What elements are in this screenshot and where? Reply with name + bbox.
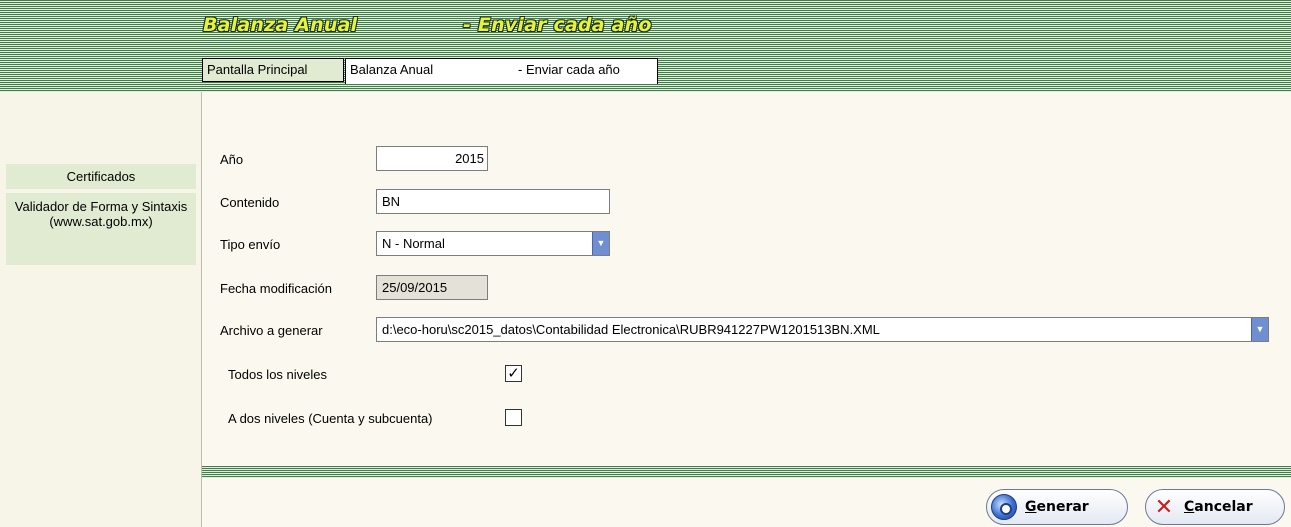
chevron-down-icon[interactable]: ▼ (1251, 318, 1268, 341)
contenido-input[interactable]: BN (376, 189, 610, 214)
anio-input[interactable]: 2015 (376, 146, 488, 171)
chevron-down-icon[interactable]: ▼ (592, 232, 609, 255)
generar-label: Generar (1025, 499, 1089, 515)
tab-pantalla-principal[interactable]: Pantalla Principal (202, 58, 344, 82)
cancelar-label: Cancelar (1184, 499, 1253, 515)
sidebar: Certificados Validador de Forma y Sintax… (0, 92, 202, 527)
window-title: Balanza Anual (203, 14, 358, 36)
sidebar-item-validador[interactable]: Validador de Forma y Sintaxis (www.sat.g… (6, 193, 196, 265)
tab-label: Balanza Anual (350, 62, 434, 77)
generar-button[interactable]: Generar (986, 489, 1128, 525)
tab-balanza-anual[interactable]: Balanza Anual - Enviar cada año (345, 58, 658, 84)
gear-icon (991, 494, 1017, 520)
fecha-modificacion-field: 25/09/2015 (376, 275, 488, 300)
archivo-select[interactable]: d:\eco-horu\sc2015_datos\Contabilidad El… (376, 317, 1269, 342)
cancelar-button[interactable]: ✕ Cancelar (1145, 489, 1285, 525)
todos-niveles-label: Todos los niveles (228, 367, 327, 382)
archivo-label: Archivo a generar (220, 323, 323, 338)
contenido-label: Contenido (220, 195, 280, 210)
dos-niveles-checkbox[interactable] (505, 409, 522, 426)
tipo-envio-label: Tipo envío (220, 237, 281, 252)
fecha-modificacion-label: Fecha modificación (220, 281, 332, 296)
tipo-envio-value: N - Normal (382, 236, 445, 251)
generar-rest: enerar (1036, 499, 1089, 515)
dos-niveles-label: A dos niveles (Cuenta y subcuenta) (228, 411, 433, 426)
sidebar-item-label: Certificados (66, 169, 136, 184)
close-icon: ✕ (1154, 494, 1174, 519)
anio-label: Año (220, 152, 244, 167)
separator (202, 466, 1291, 478)
cancelar-rest: ancelar (1194, 499, 1253, 515)
tab-label: Pantalla Principal (207, 62, 308, 77)
generar-hotkey: G (1025, 499, 1037, 515)
todos-niveles-checkbox[interactable]: ✓ (505, 365, 522, 382)
archivo-value: d:\eco-horu\sc2015_datos\Contabilidad El… (382, 322, 880, 337)
window-subtitle: - Enviar cada año (463, 14, 652, 36)
sidebar-item-label: Validador de Forma y Sintaxis (www.sat.g… (14, 199, 188, 229)
tab-sublabel: - Enviar cada año (518, 62, 620, 77)
cancelar-hotkey: C (1184, 499, 1195, 515)
sidebar-item-certificados[interactable]: Certificados (6, 164, 196, 189)
tipo-envio-select[interactable]: N - Normal ▼ (376, 231, 610, 256)
